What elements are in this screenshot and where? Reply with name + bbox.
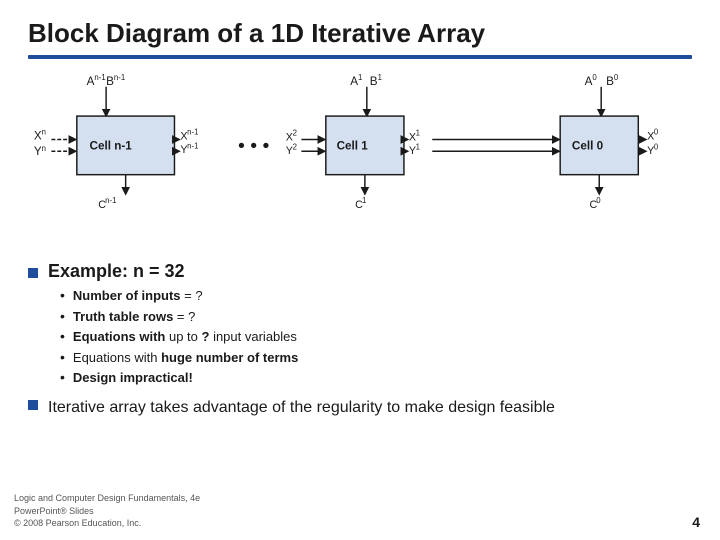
content-section: Example: n = 32 • Number of inputs = ? •… — [28, 261, 692, 419]
svg-text:1: 1 — [358, 73, 362, 82]
svg-text:n-1: n-1 — [187, 128, 198, 137]
page-number: 4 — [692, 514, 700, 530]
bullet-item-5: • Design impractical! — [60, 368, 692, 388]
bullet-dot-4: • — [60, 349, 65, 365]
svg-text:0: 0 — [614, 73, 619, 82]
bottom-bullet: Iterative array takes advantage of the r… — [28, 397, 692, 419]
footer-line1: Logic and Computer Design Fundamentals, … — [14, 492, 200, 505]
bullet-text-3: Equations with up to ? input variables — [73, 327, 297, 347]
bullet-dot-1: • — [60, 287, 65, 303]
svg-text:0: 0 — [596, 196, 601, 205]
bullet-dot-5: • — [60, 369, 65, 385]
svg-text:n-1: n-1 — [114, 73, 125, 82]
svg-text:1: 1 — [378, 73, 382, 82]
svg-text:Cell n-1: Cell n-1 — [90, 139, 133, 152]
diagram-area: A n-1 B n-1 A 1 B 1 A 0 B 0 Cell n-1 Cel — [28, 67, 692, 255]
example-line: Example: n = 32 — [28, 261, 692, 282]
example-text: Example: n = 32 — [48, 261, 185, 282]
bullet-item-1: • Number of inputs = ? — [60, 286, 692, 306]
svg-text:• • •: • • • — [238, 135, 270, 157]
block-diagram-svg: A n-1 B n-1 A 1 B 1 A 0 B 0 Cell n-1 Cel — [28, 67, 692, 255]
svg-text:B: B — [370, 75, 378, 88]
slide-title: Block Diagram of a 1D Iterative Array — [28, 18, 692, 49]
svg-text:A: A — [350, 75, 358, 88]
bullet-dot-2: • — [60, 308, 65, 324]
svg-text:A: A — [87, 75, 95, 88]
bottom-bullet-text: Iterative array takes advantage of the r… — [48, 397, 555, 419]
example-bullet-square — [28, 268, 38, 278]
svg-text:n-1: n-1 — [105, 196, 116, 205]
bullet-item-4: • Equations with huge number of terms — [60, 348, 692, 368]
svg-text:2: 2 — [293, 142, 297, 151]
svg-text:Cell 1: Cell 1 — [337, 139, 369, 152]
bullet-text-2: Truth table rows = ? — [73, 307, 195, 327]
svg-text:A: A — [585, 75, 593, 88]
svg-text:1: 1 — [416, 129, 420, 138]
bullet-text-1: Number of inputs = ? — [73, 286, 203, 306]
svg-text:0: 0 — [654, 142, 659, 151]
footer-line2: PowerPoint® Slides — [14, 505, 200, 518]
footer: Logic and Computer Design Fundamentals, … — [14, 492, 200, 530]
footer-line3: © 2008 Pearson Education, Inc. — [14, 517, 200, 530]
bullet-item-3: • Equations with up to ? input variables — [60, 327, 692, 347]
svg-text:1: 1 — [362, 196, 366, 205]
bullet-text-5: Design impractical! — [73, 368, 193, 388]
svg-text:Y: Y — [34, 145, 42, 158]
svg-text:X: X — [34, 130, 42, 143]
svg-text:n: n — [42, 128, 46, 137]
slide: Block Diagram of a 1D Iterative Array A … — [0, 0, 720, 540]
sub-bullet-list: • Number of inputs = ? • Truth table row… — [60, 286, 692, 389]
svg-text:Cell 0: Cell 0 — [572, 139, 604, 152]
svg-text:n-1: n-1 — [187, 141, 198, 150]
svg-text:0: 0 — [592, 73, 597, 82]
bullet-text-4: Equations with huge number of terms — [73, 348, 298, 368]
bullet-item-2: • Truth table rows = ? — [60, 307, 692, 327]
svg-text:2: 2 — [293, 129, 297, 138]
svg-text:B: B — [106, 75, 114, 88]
svg-text:0: 0 — [654, 128, 659, 137]
svg-text:n-1: n-1 — [94, 73, 105, 82]
blue-rule — [28, 55, 692, 59]
bullet-dot-3: • — [60, 328, 65, 344]
bottom-bullet-square — [28, 400, 38, 410]
svg-text:B: B — [606, 75, 614, 88]
svg-text:n: n — [42, 144, 46, 153]
svg-text:1: 1 — [416, 142, 420, 151]
